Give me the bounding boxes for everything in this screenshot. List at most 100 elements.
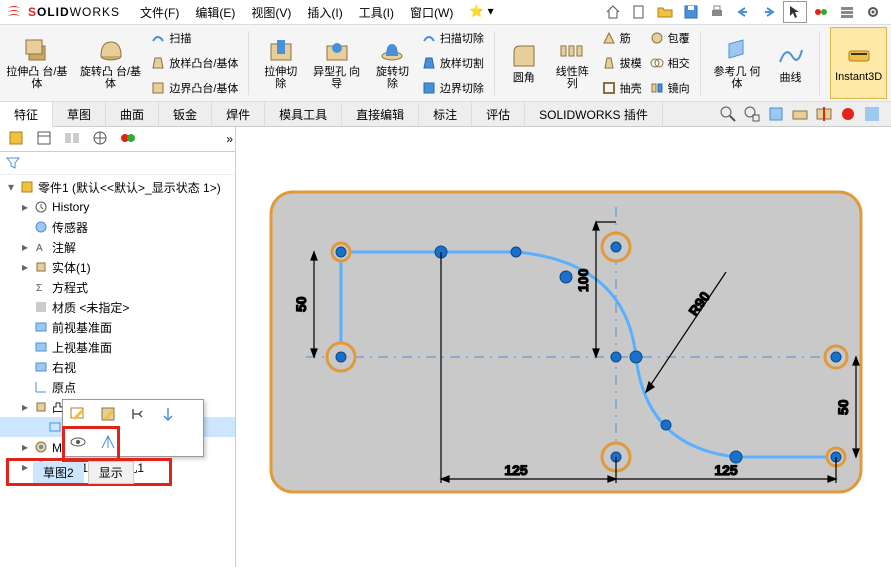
shell-button[interactable]: 抽壳 bbox=[602, 80, 642, 96]
menu-window[interactable]: 窗口(W) bbox=[402, 4, 461, 21]
appearance-icon[interactable] bbox=[839, 105, 857, 123]
menu-insert[interactable]: 插入(I) bbox=[299, 4, 350, 21]
tree-origin[interactable]: 原点 bbox=[0, 377, 235, 397]
cut-boundary-button[interactable]: 边界切除 bbox=[422, 80, 484, 96]
cut-extrude-button[interactable]: 拉伸切 除 bbox=[259, 27, 302, 99]
tree-history[interactable]: ▸History bbox=[0, 197, 235, 217]
tab-sheetmetal[interactable]: 钣金 bbox=[159, 102, 212, 126]
new-button[interactable] bbox=[627, 1, 651, 23]
tab-evaluate[interactable]: 评估 bbox=[472, 102, 525, 126]
revolve-boss-button[interactable]: 旋转凸 台/基体 bbox=[78, 27, 144, 99]
tab-weldment[interactable]: 焊件 bbox=[212, 102, 265, 126]
tree-right-plane[interactable]: 右视 bbox=[0, 357, 235, 377]
config-tab[interactable] bbox=[60, 126, 84, 153]
solidworks-logo-icon bbox=[6, 4, 22, 20]
undo-button[interactable] bbox=[731, 1, 755, 23]
cut-sweep-button[interactable]: 扫描切除 bbox=[422, 30, 484, 46]
settings-button[interactable] bbox=[861, 1, 885, 23]
cut-revolve-button[interactable]: 旋转切 除 bbox=[371, 27, 414, 99]
menu-more[interactable]: ⭐ ▾ bbox=[461, 4, 501, 21]
sketch2-label: 草图2 bbox=[33, 462, 84, 483]
menu-file[interactable]: 文件(F) bbox=[132, 4, 187, 21]
feature-tree-tab[interactable] bbox=[4, 126, 28, 153]
linear-pattern-button[interactable]: 线性阵 列 bbox=[551, 27, 594, 99]
fillet-button[interactable]: 圆角 bbox=[505, 27, 543, 99]
curves-button[interactable]: 曲线 bbox=[771, 27, 809, 99]
boundary-button[interactable]: 边界凸台/基体 bbox=[151, 80, 238, 96]
dim-125-right: 125 bbox=[714, 462, 738, 478]
highlight-eye bbox=[62, 426, 120, 462]
menu-tools[interactable]: 工具(I) bbox=[351, 4, 402, 21]
home-button[interactable] bbox=[601, 1, 625, 23]
svg-text:Σ: Σ bbox=[36, 283, 42, 294]
tab-addins[interactable]: SOLIDWORKS 插件 bbox=[525, 102, 663, 126]
filter-bar[interactable] bbox=[0, 152, 235, 175]
tab-directedit[interactable]: 直接编辑 bbox=[342, 102, 419, 126]
redo-button[interactable] bbox=[757, 1, 781, 23]
dim-125-left: 125 bbox=[504, 462, 528, 478]
feature-tree: ▾零件1 (默认<<默认>_显示状态 1>) ▸History 传感器 ▸A注解… bbox=[0, 175, 235, 567]
print-button[interactable] bbox=[705, 1, 729, 23]
svg-text:A: A bbox=[36, 243, 43, 254]
menu-bar: SOLIDWORKS 文件(F) 编辑(E) 视图(V) 插入(I) 工具(I)… bbox=[0, 0, 891, 25]
tree-front-plane[interactable]: 前视基准面 bbox=[0, 317, 235, 337]
dim-50-right: 50 bbox=[835, 399, 851, 415]
hole-wizard-button[interactable]: 异型孔 向导 bbox=[310, 27, 363, 99]
options-button[interactable] bbox=[835, 1, 859, 23]
display-tab[interactable] bbox=[116, 126, 140, 153]
brand: SOLIDWORKS bbox=[28, 5, 120, 19]
tree-sensors[interactable]: 传感器 bbox=[0, 217, 235, 237]
menu-edit[interactable]: 编辑(E) bbox=[187, 4, 243, 21]
cut-loft-button[interactable]: 放样切割 bbox=[422, 55, 484, 71]
highlight-sketch-row: 草图2 显示 bbox=[6, 458, 172, 486]
feature-list-b: 包覆 相交 镜向 bbox=[650, 27, 690, 99]
tree-equations[interactable]: Σ方程式 bbox=[0, 277, 235, 297]
save-button[interactable] bbox=[679, 1, 703, 23]
tree-solids[interactable]: ▸实体(1) bbox=[0, 257, 235, 277]
dimxpert-tab[interactable] bbox=[88, 126, 112, 153]
open-button[interactable] bbox=[653, 1, 677, 23]
boss-list: 扫描 放样凸台/基体 边界凸台/基体 bbox=[151, 27, 238, 99]
menu-view[interactable]: 视图(V) bbox=[243, 4, 299, 21]
select-button[interactable] bbox=[783, 1, 807, 23]
tab-sketch[interactable]: 草图 bbox=[53, 102, 106, 126]
property-tab[interactable] bbox=[32, 126, 56, 153]
suppress-icon[interactable] bbox=[129, 405, 147, 423]
instant3d-button[interactable]: Instant3D bbox=[830, 27, 887, 99]
tab-feature[interactable]: 特征 bbox=[0, 102, 53, 127]
wrap-button[interactable]: 包覆 bbox=[650, 30, 690, 46]
rollback-icon[interactable] bbox=[159, 405, 177, 423]
dim-100: 100 bbox=[575, 268, 591, 292]
extrude-boss-button[interactable]: 拉伸凸 台/基体 bbox=[4, 27, 70, 99]
ref-geometry-button[interactable]: 参考几 何体 bbox=[711, 27, 764, 99]
main-area: » ▾零件1 (默认<<默认>_显示状态 1>) ▸History 传感器 ▸A… bbox=[0, 127, 891, 567]
ribbon: 拉伸凸 台/基体 旋转凸 台/基体 扫描 放样凸台/基体 边界凸台/基体 拉伸切… bbox=[0, 25, 891, 102]
graphics-viewport[interactable]: 50 100 R90 50 125 125 bbox=[236, 127, 891, 567]
sweep-button[interactable]: 扫描 bbox=[151, 30, 238, 46]
edit-sketch-icon[interactable] bbox=[69, 405, 87, 423]
mirror-button[interactable]: 镜向 bbox=[650, 80, 690, 96]
tree-material[interactable]: 材质 <未指定> bbox=[0, 297, 235, 317]
display-style-icon[interactable] bbox=[791, 105, 809, 123]
tab-moldtools[interactable]: 模具工具 bbox=[265, 102, 342, 126]
panel-expand-button[interactable]: » bbox=[224, 130, 235, 148]
tree-top-plane[interactable]: 上视基准面 bbox=[0, 337, 235, 357]
feature-manager-panel: » ▾零件1 (默认<<默认>_显示状态 1>) ▸History 传感器 ▸A… bbox=[0, 127, 236, 567]
tree-annotations[interactable]: ▸A注解 bbox=[0, 237, 235, 257]
zoom-fit-icon[interactable] bbox=[743, 105, 761, 123]
section-icon[interactable] bbox=[815, 105, 833, 123]
zoom-icon[interactable] bbox=[719, 105, 737, 123]
cut-list: 扫描切除 放样切割 边界切除 bbox=[422, 27, 484, 99]
rebuild-button[interactable] bbox=[809, 1, 833, 23]
orientation-icon[interactable] bbox=[767, 105, 785, 123]
edit-feature-icon[interactable] bbox=[99, 405, 117, 423]
scene-icon[interactable] bbox=[863, 105, 881, 123]
draft-button[interactable]: 拔模 bbox=[602, 55, 642, 71]
intersect-button[interactable]: 相交 bbox=[650, 55, 690, 71]
tree-root[interactable]: ▾零件1 (默认<<默认>_显示状态 1>) bbox=[0, 177, 235, 197]
tab-annotate[interactable]: 标注 bbox=[419, 102, 472, 126]
rib-button[interactable]: 筋 bbox=[602, 30, 642, 46]
loft-button[interactable]: 放样凸台/基体 bbox=[151, 55, 238, 71]
show-label[interactable]: 显示 bbox=[88, 461, 134, 484]
tab-surface[interactable]: 曲面 bbox=[106, 102, 159, 126]
